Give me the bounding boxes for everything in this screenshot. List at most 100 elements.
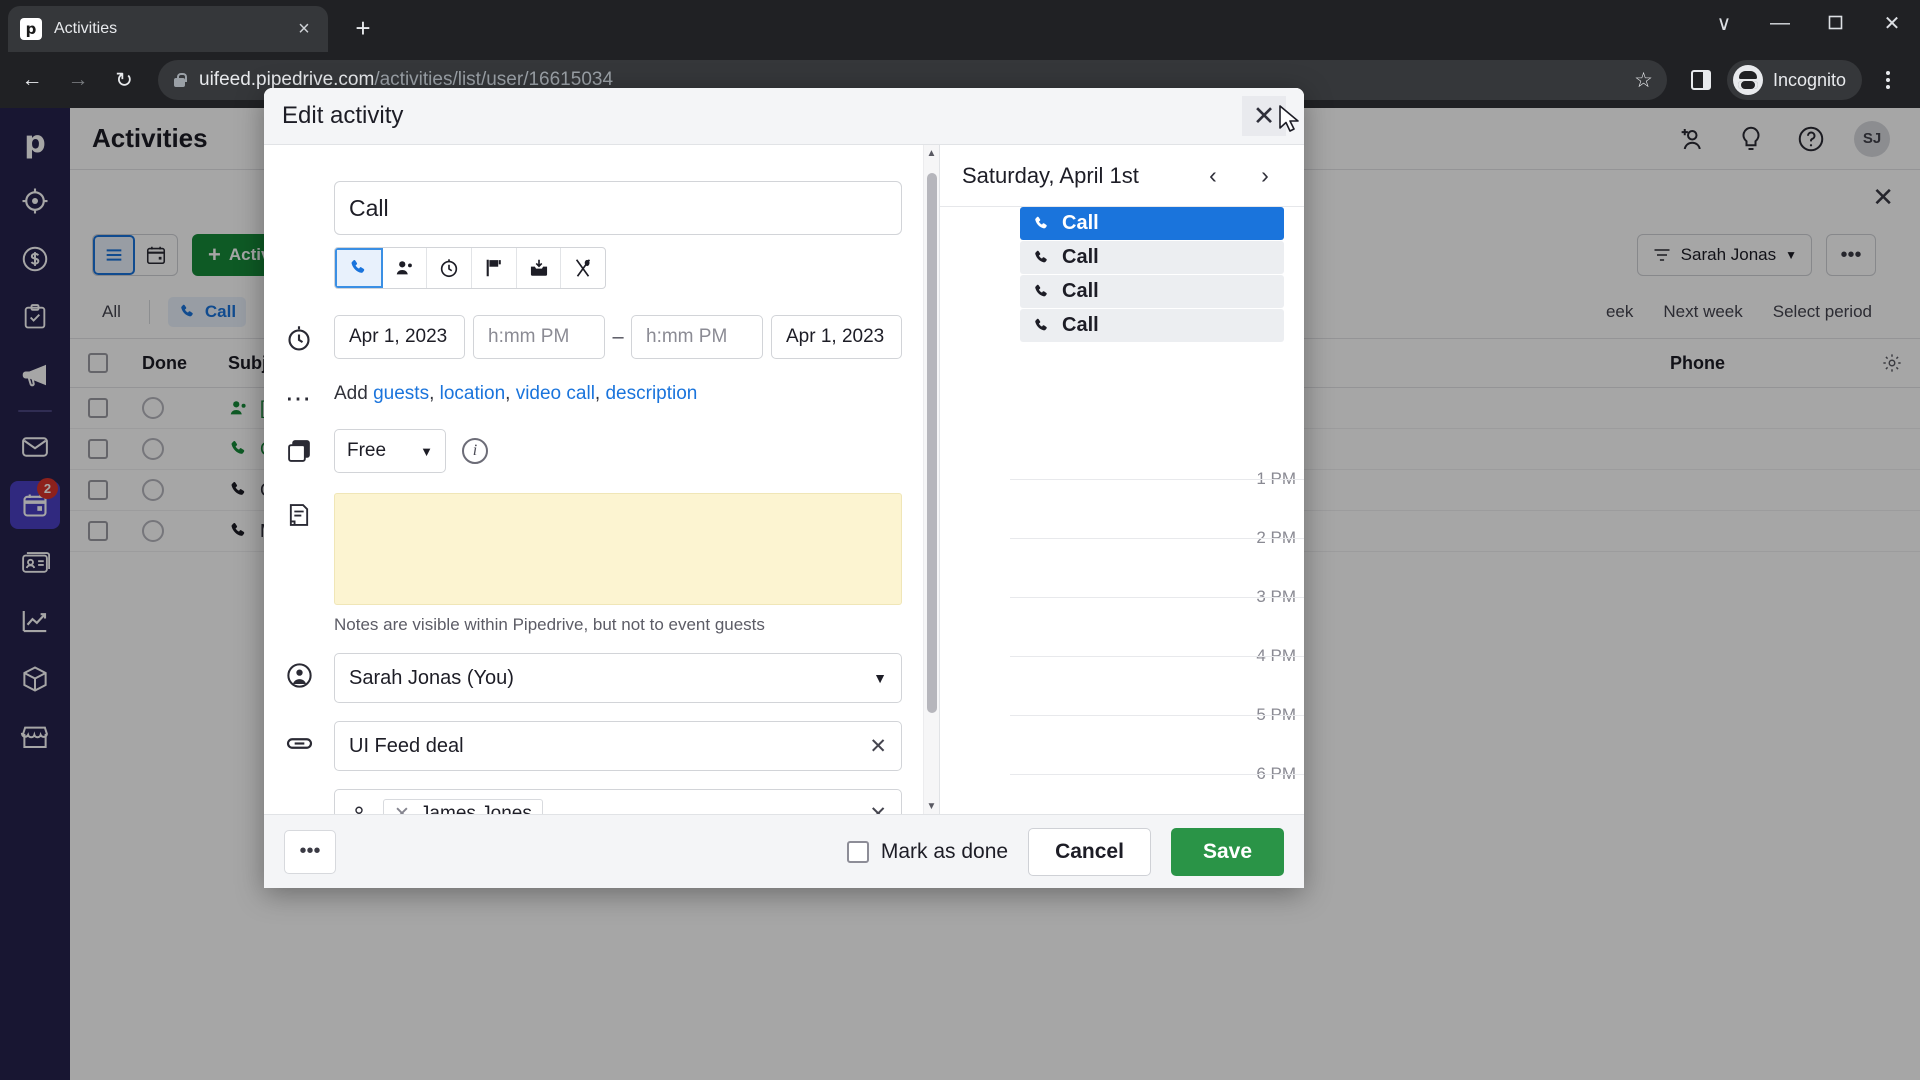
clock-icon: [282, 315, 316, 353]
row-checkbox[interactable]: [70, 388, 126, 428]
lightbulb-icon[interactable]: [1734, 122, 1768, 156]
sidebar-item-logo[interactable]: p: [0, 108, 70, 172]
row-done-toggle[interactable]: [126, 470, 212, 510]
help-icon[interactable]: [1794, 122, 1828, 156]
row-done-toggle[interactable]: [126, 511, 212, 551]
chip-all[interactable]: All: [92, 297, 131, 327]
chevron-down-icon: ▼: [420, 443, 433, 459]
row-checkbox[interactable]: [70, 511, 126, 551]
start-date-input[interactable]: Apr 1, 2023: [334, 315, 465, 359]
pipedrive-favicon-icon: p: [20, 18, 42, 40]
cancel-button[interactable]: Cancel: [1028, 827, 1151, 876]
calendar-next-icon[interactable]: ›: [1248, 159, 1282, 193]
activities-badge: 2: [37, 478, 58, 499]
scrollbar-thumb[interactable]: [927, 173, 937, 713]
row-checkbox[interactable]: [70, 429, 126, 469]
sidebar-item-products[interactable]: [0, 650, 70, 708]
calendar-prev-icon[interactable]: ‹: [1196, 159, 1230, 193]
person-clear-icon[interactable]: ✕: [869, 802, 887, 815]
person-token[interactable]: ✕ James Jones: [383, 798, 543, 815]
calendar-event[interactable]: Call: [1020, 309, 1284, 342]
sidebar-item-projects[interactable]: [0, 288, 70, 346]
scroll-up-arrow[interactable]: ▲: [924, 145, 939, 161]
tab-close-icon[interactable]: ×: [292, 19, 316, 39]
person-field[interactable]: ✕ James Jones ✕: [334, 789, 902, 814]
deal-field[interactable]: UI Feed deal ✕: [334, 721, 902, 771]
incognito-profile-button[interactable]: Incognito: [1726, 60, 1862, 100]
sidebar-item-insights[interactable]: [0, 592, 70, 650]
chip-call[interactable]: Call: [167, 297, 247, 327]
sidebar-item-campaigns[interactable]: [0, 346, 70, 404]
calendar-grid: 1 PM 2 PM 3 PM 4 PM 5 PM 6 PM 7 PM 8 PM …: [940, 207, 1304, 814]
add-video-call-link[interactable]: video call: [516, 383, 595, 404]
subject-input[interactable]: Call: [334, 181, 902, 235]
period-next-week[interactable]: Next week: [1663, 302, 1742, 322]
back-icon[interactable]: ←: [12, 60, 52, 100]
side-panel-icon[interactable]: [1681, 60, 1721, 100]
type-email-button[interactable]: [517, 248, 562, 288]
mark-as-done-checkbox[interactable]: Mark as done: [846, 840, 1008, 864]
type-call-button[interactable]: [335, 248, 383, 288]
notes-textarea[interactable]: [334, 493, 902, 605]
sidebar-item-contacts[interactable]: [0, 534, 70, 592]
banner-close-icon[interactable]: ✕: [1872, 182, 1894, 213]
browser-tab[interactable]: p Activities ×: [8, 6, 328, 52]
browser-menu-icon[interactable]: [1868, 60, 1908, 100]
add-person-icon[interactable]: [1674, 122, 1708, 156]
calendar-event[interactable]: Call: [1020, 275, 1284, 308]
type-task-button[interactable]: [427, 248, 473, 288]
bookmark-star-icon[interactable]: ☆: [1634, 68, 1653, 93]
add-description-link[interactable]: description: [605, 383, 697, 404]
sidebar-item-deals[interactable]: [0, 230, 70, 288]
row-done-toggle[interactable]: [126, 388, 212, 428]
sidebar-item-mail[interactable]: [0, 418, 70, 476]
calendar-event[interactable]: Call: [1020, 241, 1284, 274]
add-guests-link[interactable]: guests: [373, 383, 429, 404]
period-select[interactable]: Select period: [1773, 302, 1872, 322]
sidebar-item-marketplace[interactable]: [0, 708, 70, 766]
calendar-event-label: Call: [1062, 314, 1099, 336]
maximize-icon[interactable]: [1808, 0, 1864, 46]
type-deadline-button[interactable]: [472, 248, 517, 288]
busy-free-select[interactable]: Free ▼: [334, 429, 446, 473]
end-date-input[interactable]: Apr 1, 2023: [771, 315, 902, 359]
tab-search-icon[interactable]: ∨: [1696, 0, 1752, 46]
owner-filter[interactable]: Sarah Jonas ▼: [1636, 234, 1812, 276]
type-lunch-button[interactable]: [561, 248, 605, 288]
period-this-week[interactable]: eek: [1606, 302, 1633, 322]
minimize-icon[interactable]: —: [1752, 0, 1808, 46]
scroll-down-arrow[interactable]: ▼: [924, 798, 939, 814]
footer-more-button[interactable]: •••: [284, 829, 336, 874]
save-button[interactable]: Save: [1170, 827, 1284, 876]
owner-select[interactable]: Sarah Jonas (You) ▼: [334, 653, 902, 703]
user-avatar[interactable]: SJ: [1854, 120, 1890, 157]
filter-icon: [1652, 245, 1672, 265]
incognito-icon: [1732, 65, 1763, 95]
row-done-toggle[interactable]: [126, 429, 212, 469]
toolbar-more-button[interactable]: •••: [1826, 234, 1876, 276]
start-time-input[interactable]: h:mm PM: [473, 315, 605, 359]
form-scrollbar[interactable]: ▲ ▼: [923, 145, 939, 814]
calendar-event-selected[interactable]: Call: [1020, 207, 1284, 240]
deal-value: UI Feed deal: [349, 734, 464, 757]
new-tab-button[interactable]: +: [348, 14, 378, 44]
forward-icon[interactable]: →: [58, 60, 98, 100]
list-view-toggle[interactable]: [93, 235, 135, 275]
row-checkbox[interactable]: [70, 470, 126, 510]
select-all-checkbox[interactable]: [70, 339, 126, 387]
table-settings-icon[interactable]: [1864, 339, 1920, 387]
add-location-link[interactable]: location: [440, 383, 506, 404]
deal-clear-icon[interactable]: ✕: [869, 734, 887, 759]
calendar-view-toggle[interactable]: [135, 235, 177, 275]
sidebar-item-leads[interactable]: [0, 172, 70, 230]
end-time-input[interactable]: h:mm PM: [631, 315, 763, 359]
reload-icon[interactable]: ↻: [104, 60, 144, 100]
window-controls: ∨ — ✕: [1696, 0, 1920, 46]
info-icon[interactable]: i: [462, 438, 488, 464]
type-meeting-button[interactable]: [383, 248, 428, 288]
modal-close-icon[interactable]: ✕: [1242, 96, 1286, 136]
person-token-remove-icon[interactable]: ✕: [394, 803, 410, 815]
close-window-icon[interactable]: ✕: [1864, 0, 1920, 46]
activity-form: Call Apr 1, 2023 h:mm PM – h:mm PM Apr 1…: [264, 145, 940, 814]
sidebar-item-activities[interactable]: 2: [0, 476, 70, 534]
